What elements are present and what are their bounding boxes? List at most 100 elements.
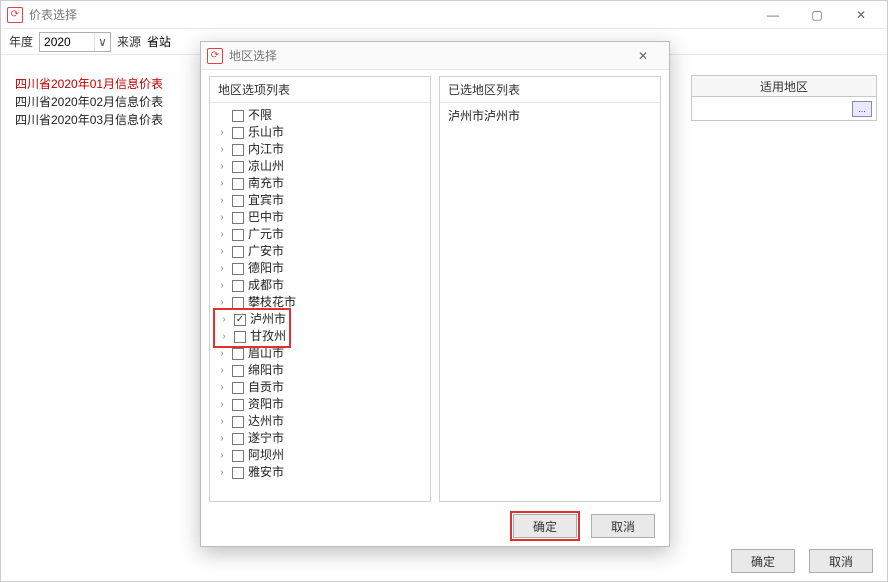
region-checkbox[interactable]	[232, 433, 244, 445]
region-checkbox[interactable]	[232, 144, 244, 156]
expand-icon[interactable]: ›	[216, 430, 228, 447]
region-checkbox[interactable]	[232, 416, 244, 428]
expand-icon[interactable]: ›	[216, 345, 228, 362]
region-label: 南充市	[248, 175, 284, 192]
region-label: 宜宾市	[248, 192, 284, 209]
region-tree-node[interactable]: › 乐山市	[216, 124, 428, 141]
region-checkbox[interactable]	[232, 365, 244, 377]
region-tree-node[interactable]: ›攀枝花市	[216, 294, 428, 311]
year-combo[interactable]: ∨	[39, 32, 111, 52]
region-tree-node[interactable]: ›遂宁市	[216, 430, 428, 447]
region-checkbox[interactable]	[232, 382, 244, 394]
region-tree-node[interactable]: › 宜宾市	[216, 192, 428, 209]
dialog-close-button[interactable]: ✕	[621, 43, 665, 69]
source-label: 来源	[117, 33, 141, 50]
region-checkbox[interactable]	[232, 195, 244, 207]
region-label: 雅安市	[248, 464, 284, 481]
region-tree-node[interactable]: › 阿坝州	[216, 447, 428, 464]
dialog-title: 地区选择	[229, 47, 277, 64]
region-checkbox[interactable]	[232, 399, 244, 411]
expand-icon[interactable]: ›	[216, 175, 228, 192]
region-checkbox[interactable]	[232, 161, 244, 173]
year-input[interactable]	[40, 33, 94, 51]
region-tree-node[interactable]: ›德阳市	[216, 260, 428, 277]
region-tree-node[interactable]: ›广元市	[216, 226, 428, 243]
region-checkbox[interactable]	[232, 246, 244, 258]
region-tree-node[interactable]: ›甘孜州	[218, 328, 286, 345]
region-checkbox[interactable]	[232, 229, 244, 241]
region-checkbox[interactable]	[232, 263, 244, 275]
region-tree-node[interactable]: 不限	[216, 107, 428, 124]
region-tree[interactable]: 不限›乐山市›内江市›凉山州›南充市›宜宾市›巴中市›广元市›广安市›德阳市›成…	[210, 103, 430, 501]
region-checkbox[interactable]	[232, 280, 244, 292]
region-checkbox[interactable]	[232, 348, 244, 360]
region-label: 阿坝州	[248, 447, 284, 464]
expand-icon[interactable]: ›	[216, 243, 228, 260]
area-value-cell: ...	[691, 97, 877, 121]
parent-cancel-button[interactable]: 取消	[809, 549, 873, 573]
ellipsis-button[interactable]: ...	[852, 101, 872, 117]
region-tree-node[interactable]: ›巴中市	[216, 209, 428, 226]
region-tree-node[interactable]: › 资阳市	[216, 396, 428, 413]
expand-icon[interactable]: ›	[216, 362, 228, 379]
region-checkbox[interactable]	[232, 467, 244, 479]
close-button[interactable]: ✕	[839, 2, 883, 28]
dialog-cancel-button[interactable]: 取消	[591, 514, 655, 538]
expand-icon[interactable]: ›	[216, 124, 228, 141]
expand-icon[interactable]: ›	[216, 158, 228, 175]
region-tree-node[interactable]: ›成都市	[216, 277, 428, 294]
expand-icon[interactable]: ›	[216, 464, 228, 481]
region-select-dialog: ⟳ 地区选择 ✕ 地区选项列表 不限›乐山市›内江市›凉山州›南充市›宜宾市›巴…	[200, 41, 670, 547]
region-label: 资阳市	[248, 396, 284, 413]
price-table-row[interactable]: 四川省2020年02月信息价表	[15, 93, 199, 111]
expand-icon[interactable]: ›	[216, 413, 228, 430]
region-tree-node[interactable]: ›凉山州	[216, 158, 428, 175]
maximize-button[interactable]: ▢	[795, 2, 839, 28]
options-panel: 地区选项列表 不限›乐山市›内江市›凉山州›南充市›宜宾市›巴中市›广元市›广安…	[209, 76, 431, 502]
minimize-button[interactable]: —	[751, 2, 795, 28]
app-icon: ⟳	[207, 48, 223, 64]
region-label: 绵阳市	[248, 362, 284, 379]
expand-icon[interactable]: ›	[216, 294, 228, 311]
area-header-cell: 适用地区	[691, 75, 877, 97]
expand-icon[interactable]: ›	[216, 260, 228, 277]
expand-icon[interactable]: ›	[216, 192, 228, 209]
region-checkbox[interactable]	[232, 127, 244, 139]
region-tree-node[interactable]: › 内江市	[216, 141, 428, 158]
region-label: 乐山市	[248, 124, 284, 141]
expand-icon[interactable]: ›	[216, 277, 228, 294]
expand-icon[interactable]: ›	[216, 141, 228, 158]
dialog-ok-button[interactable]: 确定	[513, 514, 577, 538]
region-checkbox[interactable]	[234, 331, 246, 343]
expand-icon[interactable]: ›	[218, 311, 230, 328]
expand-icon[interactable]: ›	[216, 226, 228, 243]
region-tree-node[interactable]: ›广安市	[216, 243, 428, 260]
region-checkbox[interactable]	[232, 450, 244, 462]
region-tree-node[interactable]: › 绵阳市	[216, 362, 428, 379]
region-tree-node[interactable]: › 雅安市	[216, 464, 428, 481]
region-tree-node[interactable]: › 达州市	[216, 413, 428, 430]
expand-icon[interactable]: ›	[216, 209, 228, 226]
year-label: 年度	[9, 33, 33, 50]
region-tree-node[interactable]: ›眉山市	[216, 345, 428, 362]
options-head: 地区选项列表	[210, 77, 430, 103]
region-checkbox[interactable]	[232, 297, 244, 309]
region-tree-node[interactable]: ›泸州市	[218, 311, 286, 328]
expand-icon[interactable]: ›	[216, 447, 228, 464]
area-header-block: 适用地区 ...	[691, 75, 877, 127]
region-checkbox[interactable]	[234, 314, 246, 326]
price-table-row[interactable]: 四川省2020年03月信息价表	[15, 111, 199, 129]
expand-icon[interactable]: ›	[216, 379, 228, 396]
region-tree-node[interactable]: › 南充市	[216, 175, 428, 192]
region-label: 达州市	[248, 413, 284, 430]
parent-ok-button[interactable]: 确定	[731, 549, 795, 573]
region-checkbox[interactable]	[232, 212, 244, 224]
expand-icon[interactable]: ›	[218, 328, 230, 345]
price-table-row[interactable]: 四川省2020年01月信息价表	[15, 75, 199, 93]
region-tree-node[interactable]: ›自贡市	[216, 379, 428, 396]
caret-down-icon[interactable]: ∨	[94, 33, 110, 51]
region-label: 内江市	[248, 141, 284, 158]
expand-icon[interactable]: ›	[216, 396, 228, 413]
region-checkbox[interactable]	[232, 178, 244, 190]
region-checkbox[interactable]	[232, 110, 244, 122]
